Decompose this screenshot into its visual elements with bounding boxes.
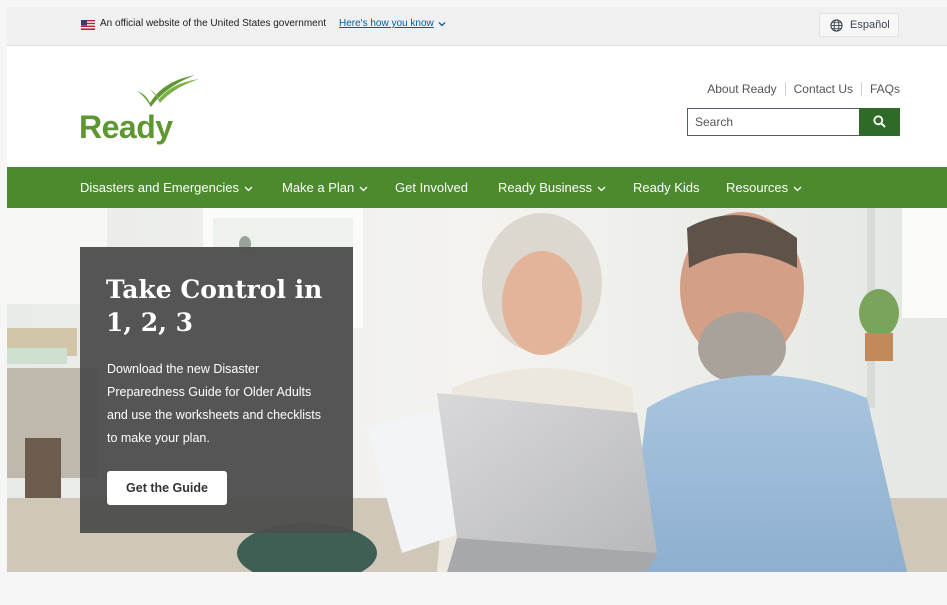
heres-how-you-know-link[interactable]: Here's how you know — [339, 18, 434, 29]
hero-card: Take Control in 1, 2, 3 Download the new… — [80, 247, 353, 533]
hero-banner: Take Control in 1, 2, 3 Download the new… — [7, 208, 947, 572]
chevron-down-icon — [359, 186, 368, 191]
search-icon — [873, 115, 886, 128]
nav-item-get-involved[interactable]: Get Involved — [395, 167, 468, 208]
nav-item-resources[interactable]: Resources — [726, 167, 802, 208]
page-bottom-area — [7, 572, 947, 605]
chevron-down-icon[interactable] — [438, 20, 446, 28]
search-button[interactable] — [859, 108, 900, 136]
nav-item-ready-kids[interactable]: Ready Kids — [633, 167, 699, 208]
search-input[interactable] — [687, 108, 859, 136]
nav-item-label: Resources — [726, 180, 789, 195]
nav-item-label: Make a Plan — [282, 180, 355, 195]
chevron-down-icon — [244, 186, 253, 191]
globe-icon — [830, 19, 843, 32]
hero-title: Take Control in 1, 2, 3 — [106, 275, 323, 337]
nav-item-label: Ready Business — [498, 180, 592, 195]
nav-item-ready-business[interactable]: Ready Business — [498, 167, 606, 208]
nav-item-make-a-plan[interactable]: Make a Plan — [282, 167, 368, 208]
get-the-guide-button[interactable]: Get the Guide — [107, 471, 227, 505]
ready-logo[interactable]: Ready — [77, 71, 217, 151]
us-flag-icon — [81, 20, 95, 30]
nav-item-label: Disasters and Emergencies — [80, 180, 239, 195]
page: An official website of the United States… — [7, 7, 947, 605]
language-toggle-button[interactable]: Español — [819, 13, 899, 37]
contact-us-link[interactable]: Contact Us — [794, 82, 853, 96]
nav-item-disasters-and-emergencies[interactable]: Disasters and Emergencies — [80, 167, 253, 208]
chevron-down-icon — [793, 186, 802, 191]
faqs-link[interactable]: FAQs — [870, 82, 900, 96]
utility-divider — [860, 82, 862, 96]
language-button-label: Español — [850, 19, 890, 31]
about-ready-link[interactable]: About Ready — [707, 82, 776, 96]
gov-banner: An official website of the United States… — [7, 7, 947, 46]
search-form — [687, 108, 900, 136]
nav-item-label: Get Involved — [395, 180, 468, 195]
utility-links: About Ready Contact Us FAQs — [707, 82, 900, 96]
hero-description: Download the new Disaster Preparedness G… — [107, 362, 322, 445]
chevron-down-icon — [597, 186, 606, 191]
gov-banner-text: An official website of the United States… — [100, 18, 327, 29]
checkmark-logo-icon — [137, 75, 199, 107]
nav-item-label: Ready Kids — [633, 180, 700, 195]
utility-divider — [784, 82, 786, 96]
logo-wordmark: Ready — [79, 109, 173, 145]
main-nav: Disasters and Emergencies Make a Plan Ge… — [7, 167, 947, 208]
